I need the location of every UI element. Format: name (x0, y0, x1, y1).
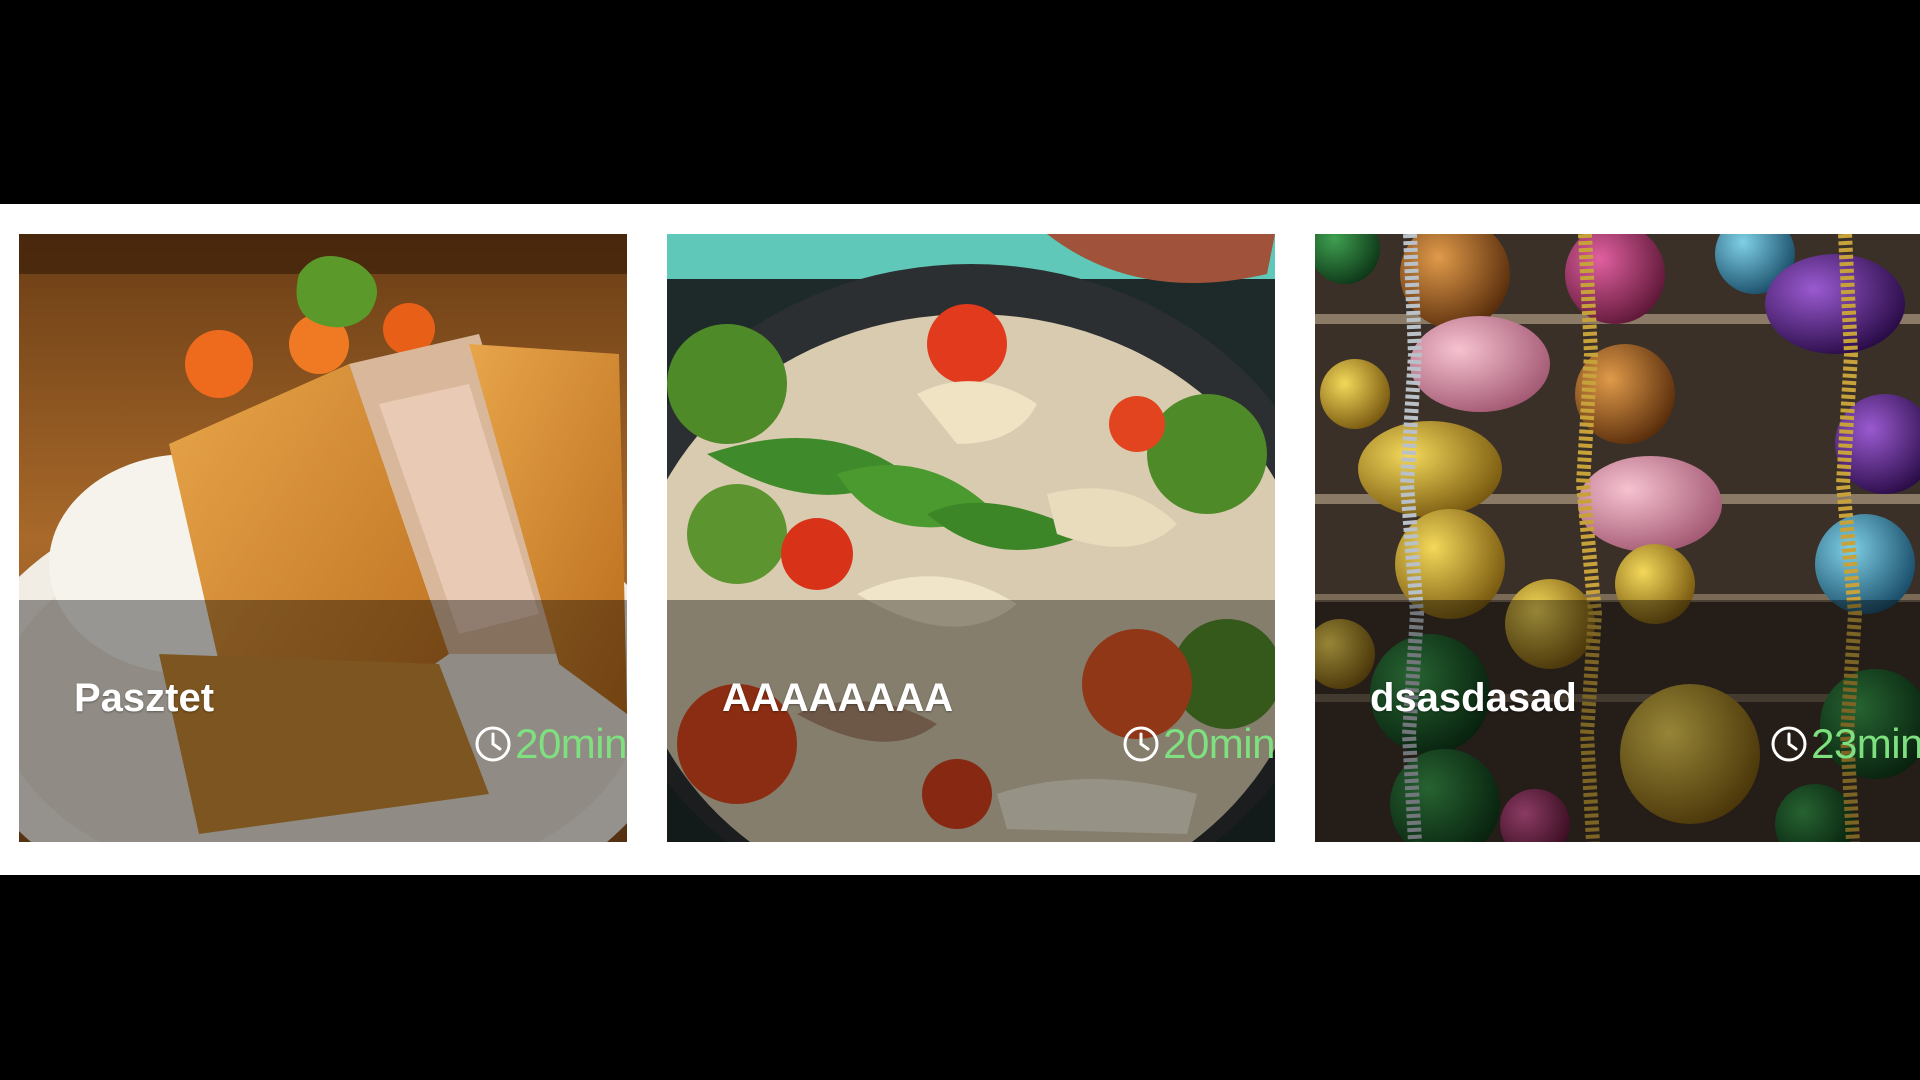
recipe-title: AAAAAAAA (722, 676, 954, 720)
cook-time: 20min (1121, 720, 1275, 768)
cook-time: 23min (1769, 720, 1920, 768)
viewport: Pasztet 20min AAAAAAAA 20min dsasdasad 2… (0, 0, 1920, 1080)
cook-time: 20min (473, 720, 627, 768)
recipe-card-row: Pasztet 20min AAAAAAAA 20min dsasdasad 2… (0, 204, 1920, 875)
recipe-card[interactable]: Pasztet 20min (19, 234, 627, 842)
cook-time-value: 20min (1163, 720, 1275, 767)
recipe-card[interactable]: AAAAAAAA 20min (667, 234, 1275, 842)
clock-icon (1123, 726, 1159, 762)
recipe-title: dsasdasad (1370, 676, 1577, 720)
clock-icon (1771, 726, 1807, 762)
cook-time-value: 23min (1811, 720, 1920, 767)
clock-icon (475, 726, 511, 762)
recipe-card[interactable]: dsasdasad 23min (1315, 234, 1920, 842)
cook-time-value: 20min (515, 720, 627, 767)
recipe-title: Pasztet (74, 676, 215, 720)
